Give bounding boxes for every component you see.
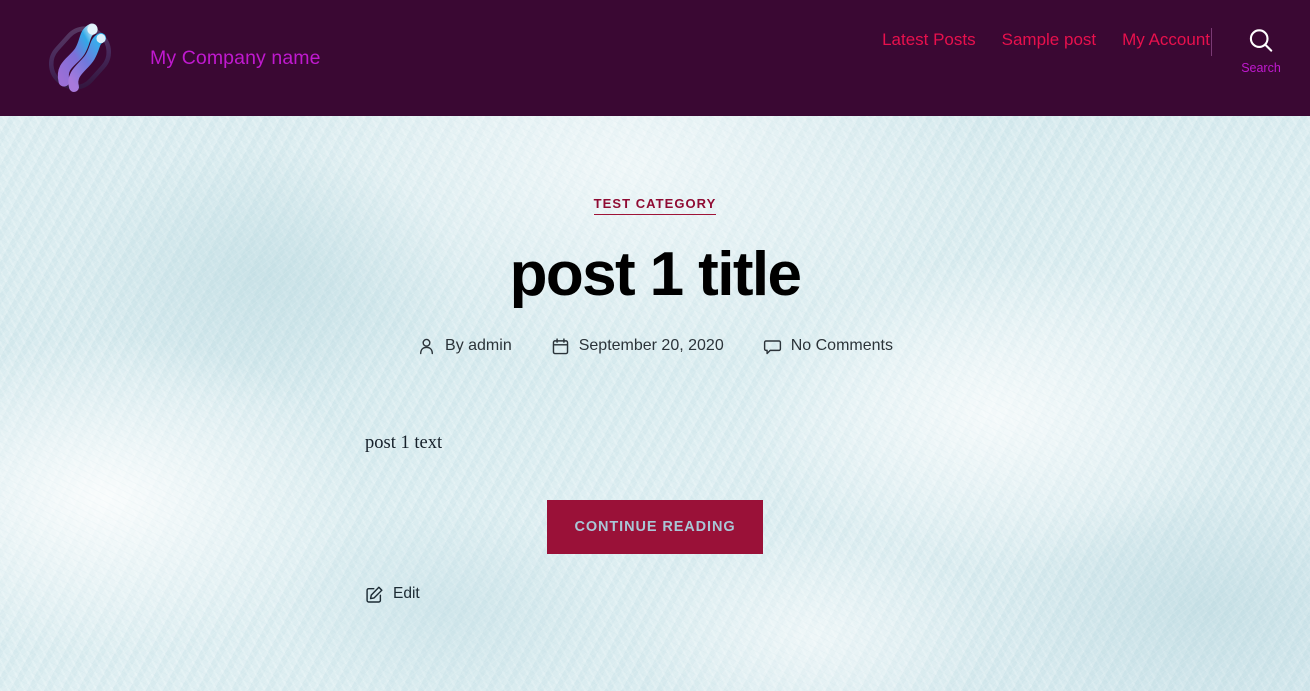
continue-reading-button[interactable]: Continue reading [547,499,763,554]
post-body-text: post 1 text [365,432,443,453]
user-icon [420,338,434,355]
post-meta-date[interactable]: September 20, 2020 [551,337,724,356]
search-toggle-button[interactable]: Search [1238,26,1284,75]
post-comment-count: No Comments [790,337,893,355]
search-toggle-label: Search [1241,61,1281,75]
continue-reading-wrapper: Continue reading [365,459,945,554]
post-meta-comments[interactable]: No Comments [763,337,893,356]
header-inner: My Company name Latest Posts Sample post… [0,0,1310,116]
post-categories: TEST CATEGORY [0,196,1310,215]
nav-divider [1211,28,1212,56]
primary-navigation: Latest Posts Sample post My Account [882,30,1210,50]
post-edit-wrapper: Edit [365,554,945,609]
post-meta-author[interactable]: By admin [417,337,512,356]
post-author-name: By admin [445,337,512,355]
search-icon [1249,29,1273,52]
category-link-test-category[interactable]: TEST CATEGORY [593,196,717,215]
post-edit-link[interactable]: Edit [365,585,420,604]
post-edit-label: Edit [393,585,420,603]
post-header: TEST CATEGORY post 1 title By admin Sept… [0,116,1310,356]
edit-pencil-icon [366,586,383,603]
page-root: My Company name Latest Posts Sample post… [0,0,1310,691]
site-title[interactable]: My Company name [150,47,321,70]
post-title: post 1 title [509,240,802,309]
post-meta: By admin September 20, 2020 No Comments [0,309,1310,356]
nav-item-latest-posts[interactable]: Latest Posts [882,30,976,50]
comment-icon [763,340,781,355]
main-content: TEST CATEGORY post 1 title By admin Sept… [0,116,1310,691]
company-logo-ribbon-icon [48,23,112,92]
site-header: My Company name Latest Posts Sample post… [0,0,1310,116]
nav-item-sample-post[interactable]: Sample post [1002,30,1097,50]
post-content: post 1 text Continue reading Edit [365,356,945,609]
nav-item-my-account[interactable]: My Account [1122,30,1210,50]
site-branding[interactable]: My Company name [44,0,321,116]
calendar-icon [552,338,568,355]
post-date: September 20, 2020 [578,337,724,355]
post-article: TEST CATEGORY post 1 title By admin Sept… [0,116,1310,609]
